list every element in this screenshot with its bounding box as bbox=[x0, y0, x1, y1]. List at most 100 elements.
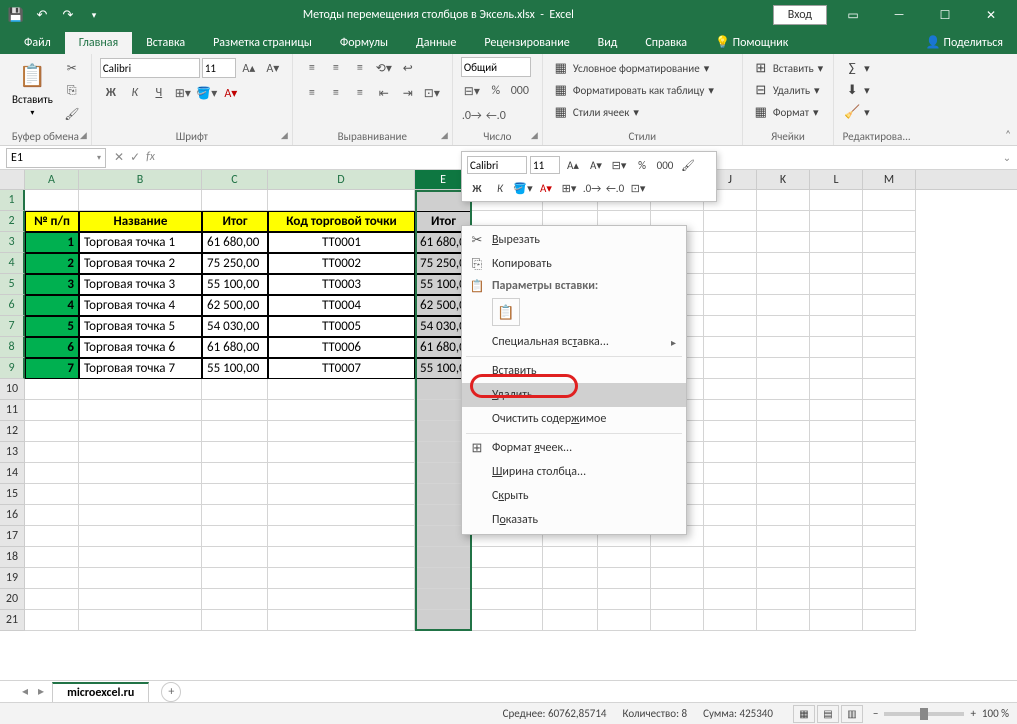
row-header[interactable]: 13 bbox=[0, 442, 25, 463]
cell[interactable] bbox=[704, 358, 757, 379]
cell[interactable] bbox=[863, 421, 916, 442]
cell[interactable] bbox=[202, 463, 268, 484]
cell[interactable]: Торговая точка 4 bbox=[79, 295, 202, 316]
cell[interactable]: Название bbox=[79, 211, 202, 232]
row-header[interactable]: 4 bbox=[0, 253, 25, 274]
cell[interactable] bbox=[651, 547, 704, 568]
row-header[interactable]: 11 bbox=[0, 400, 25, 421]
cell[interactable] bbox=[757, 568, 810, 589]
cell[interactable] bbox=[704, 379, 757, 400]
cell[interactable] bbox=[863, 400, 916, 421]
cell[interactable] bbox=[79, 589, 202, 610]
cell[interactable] bbox=[79, 442, 202, 463]
cell[interactable] bbox=[810, 379, 863, 400]
cell[interactable] bbox=[757, 442, 810, 463]
undo-icon[interactable]: ↶ bbox=[32, 4, 52, 26]
tab-insert[interactable]: Вставка bbox=[132, 32, 199, 54]
cell[interactable] bbox=[810, 463, 863, 484]
cell[interactable] bbox=[810, 358, 863, 379]
cell[interactable] bbox=[651, 589, 704, 610]
cell[interactable] bbox=[268, 421, 415, 442]
cell[interactable] bbox=[810, 316, 863, 337]
tab-file[interactable]: Файл bbox=[10, 32, 65, 54]
tab-home[interactable]: Главная bbox=[65, 32, 132, 54]
select-all-corner[interactable] bbox=[0, 170, 25, 189]
close-icon[interactable]: ✕ bbox=[971, 1, 1011, 29]
row-header[interactable]: 16 bbox=[0, 505, 25, 526]
accounting-format-icon[interactable]: ⊟▾ bbox=[461, 80, 483, 102]
cell[interactable] bbox=[25, 421, 79, 442]
cell[interactable] bbox=[757, 232, 810, 253]
format-table-button[interactable]: ▦Форматировать как таблицу ▾ bbox=[551, 79, 716, 101]
cell[interactable] bbox=[268, 505, 415, 526]
sheet-nav-next-icon[interactable]: ▸ bbox=[34, 684, 48, 699]
cell[interactable] bbox=[757, 379, 810, 400]
cell[interactable] bbox=[810, 337, 863, 358]
cell[interactable] bbox=[704, 442, 757, 463]
cell[interactable] bbox=[704, 274, 757, 295]
zoom-in-icon[interactable]: + bbox=[970, 707, 975, 720]
zoom-out-icon[interactable]: − bbox=[873, 707, 878, 720]
cell[interactable] bbox=[598, 610, 651, 631]
row-header[interactable]: 8 bbox=[0, 337, 25, 358]
row-header[interactable]: 19 bbox=[0, 568, 25, 589]
cell[interactable] bbox=[757, 505, 810, 526]
cell[interactable] bbox=[757, 400, 810, 421]
cell[interactable] bbox=[704, 421, 757, 442]
view-page-break-icon[interactable]: ▥ bbox=[841, 705, 863, 723]
cell[interactable] bbox=[704, 211, 757, 232]
expand-formula-bar-icon[interactable]: ⌄ bbox=[997, 151, 1017, 164]
cell[interactable] bbox=[757, 484, 810, 505]
mini-format-painter-icon[interactable]: 🖌 bbox=[678, 155, 698, 175]
italic-button[interactable]: К bbox=[124, 82, 146, 104]
row-header[interactable]: 1 bbox=[0, 190, 25, 211]
cell[interactable] bbox=[268, 526, 415, 547]
font-size-select[interactable] bbox=[202, 58, 236, 78]
cell[interactable] bbox=[757, 274, 810, 295]
cell[interactable] bbox=[25, 190, 79, 211]
cell[interactable] bbox=[415, 610, 472, 631]
row-header[interactable]: 5 bbox=[0, 274, 25, 295]
percent-icon[interactable]: % bbox=[485, 80, 507, 102]
cell[interactable] bbox=[79, 400, 202, 421]
cell[interactable] bbox=[757, 295, 810, 316]
row-header[interactable]: 20 bbox=[0, 589, 25, 610]
column-header-C[interactable]: C bbox=[202, 170, 268, 189]
cell[interactable]: Торговая точка 1 bbox=[79, 232, 202, 253]
cell[interactable] bbox=[202, 442, 268, 463]
cell[interactable]: Торговая точка 2 bbox=[79, 253, 202, 274]
cell[interactable] bbox=[810, 526, 863, 547]
cell[interactable] bbox=[863, 463, 916, 484]
cell[interactable] bbox=[598, 547, 651, 568]
cell[interactable] bbox=[79, 526, 202, 547]
cell[interactable] bbox=[704, 589, 757, 610]
row-header[interactable]: 9 bbox=[0, 358, 25, 379]
view-normal-icon[interactable]: ▦ bbox=[793, 705, 815, 723]
cell[interactable] bbox=[757, 547, 810, 568]
cell[interactable] bbox=[863, 253, 916, 274]
wrap-text-icon[interactable]: ↩ bbox=[397, 57, 419, 79]
ctx-format-cells[interactable]: ⊞Формат ячеек... bbox=[462, 436, 686, 460]
cell[interactable] bbox=[863, 211, 916, 232]
fill-color-icon[interactable]: 🪣▾ bbox=[196, 82, 218, 104]
cell[interactable]: 7 bbox=[25, 358, 79, 379]
insert-cells-button[interactable]: ⊞Вставить ▾ bbox=[751, 57, 825, 79]
column-header-L[interactable]: L bbox=[810, 170, 863, 189]
cell[interactable] bbox=[25, 463, 79, 484]
cell[interactable]: ТТ0001 bbox=[268, 232, 415, 253]
cell[interactable] bbox=[25, 589, 79, 610]
redo-icon[interactable]: ↷ bbox=[58, 4, 78, 26]
cell[interactable] bbox=[598, 589, 651, 610]
view-page-layout-icon[interactable]: ▤ bbox=[817, 705, 839, 723]
cell[interactable]: № п/п bbox=[25, 211, 79, 232]
row-header[interactable]: 10 bbox=[0, 379, 25, 400]
merge-center-icon[interactable]: ⊡▾ bbox=[421, 82, 443, 104]
column-header-M[interactable]: M bbox=[863, 170, 916, 189]
cell[interactable]: ТТ0004 bbox=[268, 295, 415, 316]
tab-data[interactable]: Данные bbox=[402, 32, 470, 54]
cell[interactable] bbox=[268, 610, 415, 631]
comma-style-icon[interactable]: 000 bbox=[509, 80, 531, 102]
copy-icon[interactable]: ⎘ bbox=[61, 80, 83, 102]
cell[interactable] bbox=[202, 547, 268, 568]
ctx-cut[interactable]: ✂Вырезать bbox=[462, 228, 686, 252]
